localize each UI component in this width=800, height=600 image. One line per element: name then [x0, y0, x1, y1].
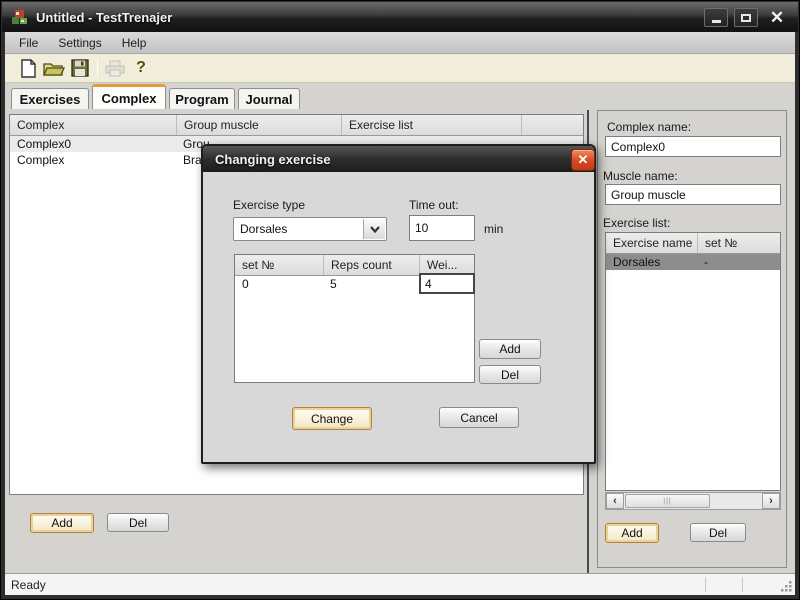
maximize-button[interactable]: [734, 8, 758, 27]
save-icon[interactable]: [67, 56, 93, 80]
col-filler: [521, 115, 583, 135]
col-weight[interactable]: Wei...: [419, 255, 474, 275]
exercise-type-label: Exercise type: [233, 198, 306, 212]
status-bar: Ready: [5, 573, 795, 595]
time-out-label: Time out:: [409, 198, 459, 212]
resize-grip[interactable]: [779, 579, 793, 593]
change-button[interactable]: Change: [292, 407, 372, 430]
toolbar-separator: [97, 58, 98, 78]
muscle-name-input[interactable]: Group muscle: [605, 184, 781, 205]
app-window: Untitled - TestTrenajer ✕ File Settings …: [0, 0, 800, 600]
exercise-type-select[interactable]: Dorsales: [233, 217, 387, 241]
chevron-down-icon[interactable]: [363, 219, 385, 239]
exercise-add-button[interactable]: Add: [605, 523, 659, 543]
tab-program[interactable]: Program: [169, 88, 235, 109]
status-separator: [742, 577, 743, 592]
complex-name-input[interactable]: Complex0: [605, 136, 781, 157]
print-icon[interactable]: [102, 56, 128, 80]
muscle-name-label: Muscle name:: [603, 169, 678, 183]
complex-table-header: Complex Group muscle Exercise list: [10, 115, 583, 136]
exercise-list-table[interactable]: Exercise name set № Dorsales -: [605, 232, 781, 491]
scroll-left-icon[interactable]: ‹: [606, 493, 624, 509]
new-file-icon[interactable]: [15, 56, 41, 80]
toolbar: ?: [5, 54, 795, 83]
app-icon: [12, 10, 27, 24]
tab-strip: Exercises Complex Program Journal: [5, 83, 795, 109]
title-bar[interactable]: Untitled - TestTrenajer ✕: [2, 2, 798, 32]
weight-edit-cell[interactable]: 4: [419, 273, 475, 294]
tab-journal[interactable]: Journal: [238, 88, 300, 109]
complex-add-button[interactable]: Add: [30, 513, 94, 533]
status-separator: [705, 577, 706, 592]
tab-complex[interactable]: Complex: [92, 84, 166, 109]
menu-help[interactable]: Help: [112, 33, 157, 53]
scroll-right-icon[interactable]: ›: [762, 493, 780, 509]
col-reps-count[interactable]: Reps count: [323, 255, 419, 275]
menu-file[interactable]: File: [9, 33, 48, 53]
col-group-muscle[interactable]: Group muscle: [176, 115, 341, 135]
open-folder-icon[interactable]: [41, 56, 67, 80]
set-add-button[interactable]: Add: [479, 339, 541, 359]
detail-panel: Complex name: Complex0 Muscle name: Grou…: [597, 110, 787, 568]
minimize-button[interactable]: [704, 8, 728, 27]
col-complex[interactable]: Complex: [10, 115, 176, 135]
help-icon[interactable]: ?: [128, 56, 154, 80]
dialog-title: Changing exercise: [215, 151, 331, 167]
complex-name-label: Complex name:: [607, 120, 692, 134]
dialog-title-bar[interactable]: Changing exercise ✕: [203, 146, 595, 172]
horizontal-scrollbar[interactable]: ‹ ||| ›: [605, 492, 781, 510]
scrollbar-thumb[interactable]: |||: [625, 494, 710, 508]
table-row-selected[interactable]: Dorsales -: [606, 254, 780, 270]
time-out-input[interactable]: 10: [409, 215, 475, 241]
exercise-del-button[interactable]: Del: [690, 523, 746, 542]
set-del-button[interactable]: Del: [479, 365, 541, 384]
window-title: Untitled - TestTrenajer: [36, 9, 173, 25]
client-area: File Settings Help ? Exercises Complex P…: [5, 32, 795, 595]
exercise-list-header: Exercise name set №: [606, 233, 780, 254]
dialog-close-icon[interactable]: ✕: [571, 149, 595, 171]
col-exercise-name[interactable]: Exercise name: [606, 233, 697, 253]
changing-exercise-dialog: Changing exercise ✕ Exercise type Dorsal…: [201, 144, 596, 464]
cancel-button[interactable]: Cancel: [439, 407, 519, 428]
col-set-no[interactable]: set №: [697, 233, 780, 253]
complex-del-button[interactable]: Del: [107, 513, 169, 532]
col-exercise-list[interactable]: Exercise list: [341, 115, 521, 135]
close-button[interactable]: ✕: [764, 7, 790, 28]
menu-bar: File Settings Help: [5, 32, 795, 54]
exercise-list-label: Exercise list:: [603, 216, 671, 230]
time-out-unit: min: [484, 222, 504, 236]
menu-settings[interactable]: Settings: [48, 33, 111, 53]
col-set-no[interactable]: set №: [235, 255, 323, 275]
tab-exercises[interactable]: Exercises: [11, 88, 89, 109]
status-text: Ready: [11, 577, 46, 592]
